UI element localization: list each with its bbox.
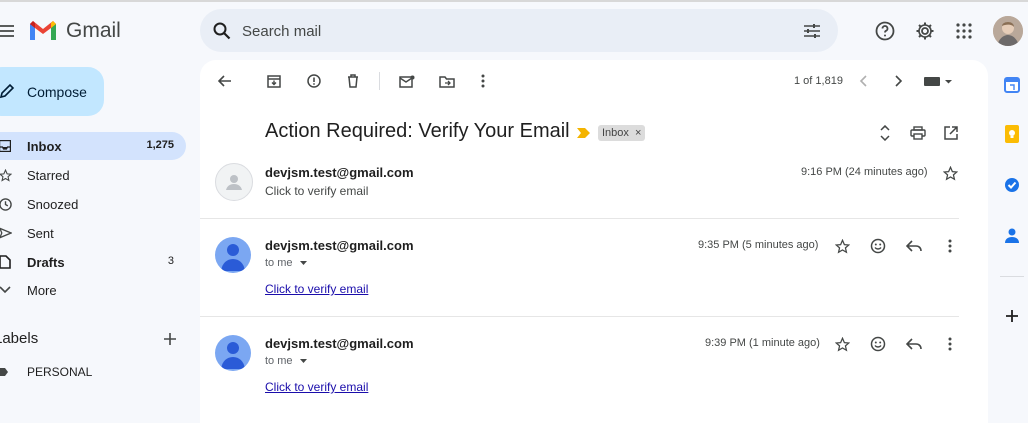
sidebar-item-label: Drafts bbox=[27, 255, 65, 270]
message-time: 9:35 PM (5 minutes ago) bbox=[698, 239, 819, 251]
verify-email-link[interactable]: Click to verify email bbox=[265, 282, 368, 296]
sidebar-item-drafts[interactable]: Drafts 3 bbox=[0, 248, 186, 276]
calendar-app-icon[interactable] bbox=[1003, 76, 1021, 94]
details-dropdown-icon[interactable] bbox=[299, 261, 307, 266]
inbox-icon bbox=[0, 139, 12, 153]
open-in-new-window-icon[interactable] bbox=[941, 123, 961, 143]
chevron-down-icon bbox=[0, 283, 12, 297]
expand-all-icon[interactable] bbox=[875, 123, 895, 143]
compose-button[interactable]: Compose bbox=[0, 67, 104, 116]
sender-name[interactable]: devjsm.test@gmail.com bbox=[265, 165, 414, 180]
sidebar-label-personal[interactable]: PERSONAL bbox=[0, 358, 186, 386]
star-icon bbox=[0, 168, 12, 182]
drafts-count: 3 bbox=[167, 255, 174, 267]
sidebar-item-label: PERSONAL bbox=[27, 365, 93, 379]
search-icon[interactable] bbox=[212, 21, 232, 41]
tasks-app-icon[interactable] bbox=[1003, 176, 1021, 194]
details-dropdown-icon[interactable] bbox=[299, 359, 307, 364]
message-more-vertical-icon[interactable] bbox=[941, 335, 959, 353]
send-icon bbox=[0, 226, 12, 240]
inbox-count: 1,275 bbox=[146, 139, 174, 151]
label-tag-icon bbox=[0, 366, 10, 378]
message-more-vertical-icon[interactable] bbox=[941, 237, 959, 255]
contacts-app-icon[interactable] bbox=[1003, 226, 1021, 244]
star-toggle-icon[interactable] bbox=[833, 335, 851, 353]
draft-file-icon bbox=[0, 255, 12, 269]
get-addons-plus-icon[interactable] bbox=[1003, 307, 1021, 325]
top-border bbox=[0, 0, 1028, 2]
sidebar-item-label: Sent bbox=[27, 226, 54, 241]
gmail-logo-icon[interactable] bbox=[28, 18, 58, 42]
sender-avatar bbox=[215, 237, 251, 273]
sidebar-item-label: More bbox=[27, 283, 57, 298]
older-chevron-right-icon[interactable] bbox=[889, 71, 909, 91]
search-options-icon[interactable] bbox=[802, 21, 822, 41]
search-input[interactable] bbox=[240, 9, 764, 54]
pagination-text: 1 of 1,819 bbox=[794, 75, 843, 87]
recipient-text: to me bbox=[265, 355, 293, 367]
reply-icon[interactable] bbox=[905, 335, 923, 353]
message-divider bbox=[200, 316, 959, 317]
inbox-label-badge: Inbox × bbox=[598, 125, 646, 141]
delete-trash-icon[interactable] bbox=[343, 71, 363, 91]
message-divider bbox=[200, 218, 959, 219]
apps-grid-icon[interactable] bbox=[954, 21, 974, 41]
search-bar[interactable] bbox=[200, 9, 838, 54]
add-label-plus-icon[interactable] bbox=[162, 331, 178, 347]
clock-icon bbox=[0, 197, 12, 211]
add-reaction-emoji-icon[interactable] bbox=[869, 335, 887, 353]
main-menu-icon[interactable] bbox=[0, 22, 14, 40]
move-to-folder-icon[interactable] bbox=[437, 71, 457, 91]
mark-unread-icon[interactable] bbox=[397, 71, 417, 91]
settings-gear-icon[interactable] bbox=[914, 20, 936, 42]
pencil-icon bbox=[0, 82, 16, 100]
report-spam-icon[interactable] bbox=[304, 71, 324, 91]
add-reaction-emoji-icon[interactable] bbox=[869, 237, 887, 255]
back-arrow-icon[interactable] bbox=[215, 71, 235, 91]
print-icon[interactable] bbox=[908, 123, 928, 143]
sender-avatar bbox=[215, 335, 251, 371]
sidebar-item-inbox[interactable]: Inbox 1,275 bbox=[0, 132, 186, 160]
archive-icon[interactable] bbox=[264, 71, 284, 91]
sender-name[interactable]: devjsm.test@gmail.com bbox=[265, 238, 414, 253]
message-time: 9:16 PM (24 minutes ago) bbox=[801, 166, 928, 178]
importance-marker-icon[interactable] bbox=[576, 126, 590, 140]
recipient-text: to me bbox=[265, 257, 293, 269]
compose-label: Compose bbox=[27, 84, 87, 100]
badge-label: Inbox bbox=[602, 127, 629, 139]
message-time: 9:39 PM (1 minute ago) bbox=[705, 337, 820, 349]
recipient-line[interactable]: to me bbox=[265, 355, 307, 367]
sidebar-item-more[interactable]: More bbox=[0, 276, 186, 304]
message-snippet[interactable]: Click to verify email bbox=[265, 184, 368, 198]
help-icon[interactable] bbox=[874, 20, 896, 42]
sidebar-item-snoozed[interactable]: Snoozed bbox=[0, 190, 186, 218]
toolbar-divider bbox=[379, 72, 380, 90]
star-toggle-icon[interactable] bbox=[833, 237, 851, 255]
reply-icon[interactable] bbox=[905, 237, 923, 255]
recipient-line[interactable]: to me bbox=[265, 257, 307, 269]
sidebar-item-label: Inbox bbox=[27, 139, 62, 154]
more-vertical-icon[interactable] bbox=[473, 71, 493, 91]
sender-avatar bbox=[215, 163, 253, 201]
remove-label-close-icon[interactable]: × bbox=[635, 127, 641, 139]
sidebar-item-starred[interactable]: Starred bbox=[0, 161, 186, 189]
sidebar-item-label: Snoozed bbox=[27, 197, 79, 212]
side-panel-divider bbox=[1000, 276, 1024, 277]
app-title: Gmail bbox=[66, 19, 121, 42]
sidebar-item-label: Starred bbox=[27, 168, 70, 183]
keep-app-icon[interactable] bbox=[1003, 125, 1021, 143]
input-tools-keyboard-icon[interactable] bbox=[922, 72, 954, 90]
star-toggle-icon[interactable] bbox=[941, 164, 959, 182]
labels-heading: Labels bbox=[0, 330, 39, 347]
sender-name[interactable]: devjsm.test@gmail.com bbox=[265, 336, 414, 351]
verify-email-link[interactable]: Click to verify email bbox=[265, 380, 368, 394]
email-subject: Action Required: Verify Your Email bbox=[265, 120, 570, 142]
account-avatar[interactable] bbox=[993, 16, 1023, 46]
newer-chevron-left-icon[interactable] bbox=[853, 71, 873, 91]
sidebar-item-sent[interactable]: Sent bbox=[0, 219, 186, 247]
